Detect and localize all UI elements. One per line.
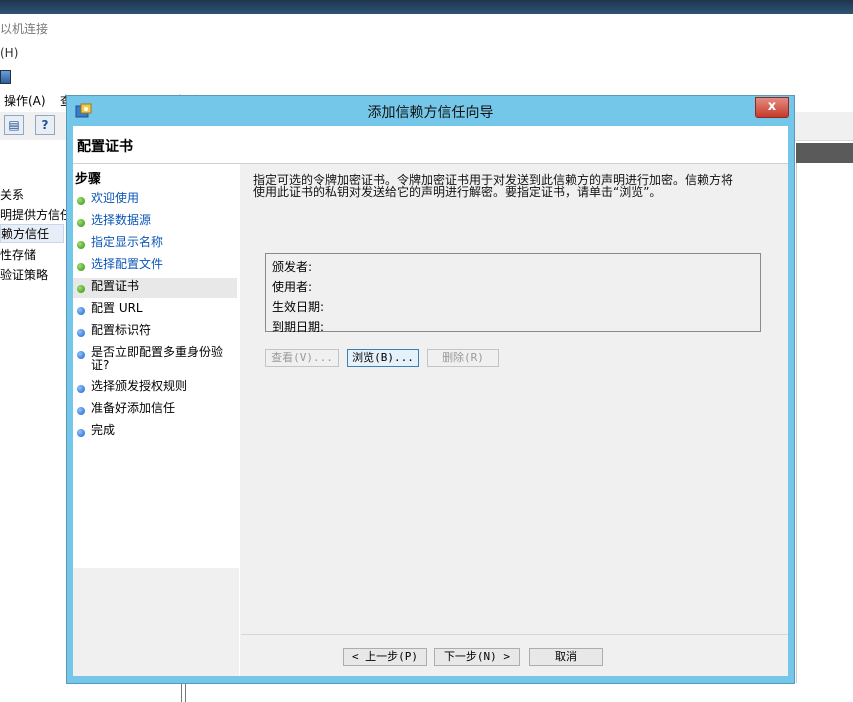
tree-item[interactable]: 关系 (0, 186, 24, 203)
step-label: 选择颁发授权规则 (91, 379, 188, 393)
step-label: 配置标识符 (91, 323, 152, 337)
step-label: 准备好添加信任 (91, 401, 176, 415)
pane-splitter[interactable] (181, 684, 186, 702)
close-button[interactable]: x (755, 97, 789, 118)
tree-item[interactable]: 性存储 (0, 246, 36, 263)
step-configure-certificate: 配置证书 (73, 278, 237, 298)
expiration-date-label: 到期日期: (272, 320, 325, 334)
step-label: 是否立即配置多重身份验证? (91, 345, 224, 372)
desktop-top-strip (0, 0, 853, 14)
cancel-button[interactable]: 取消 (529, 648, 603, 666)
tree-item[interactable]: 验证策略 (0, 266, 48, 283)
step-specify-display-name[interactable]: 指定显示名称 (73, 234, 237, 254)
step-label: 欢迎使用 (91, 191, 140, 205)
tree-item[interactable]: 明提供方信任 (0, 206, 72, 223)
step-pending-icon (77, 385, 85, 393)
actions-pane (796, 163, 853, 683)
background-menu-fragment: (H) (0, 46, 19, 60)
menu-action[interactable]: 操作(A) (4, 92, 46, 109)
step-configure-url: 配置 URL (73, 300, 237, 320)
dialog-title: 添加信赖方信任向导 (367, 105, 494, 121)
step-select-data-source[interactable]: 选择数据源 (73, 212, 237, 232)
help-icon[interactable]: ? (35, 115, 55, 135)
description: 指定可选的令牌加密证书。令牌加密证书用于对发送到此信赖方的声明进行加密。信赖方将… (253, 174, 773, 198)
subject-label: 使用者: (272, 280, 313, 294)
dialog-body: 步骤 欢迎使用 选择数据源 指定显示名称 选择配置文件 配置证书 配置 URL … (73, 164, 788, 676)
previous-button[interactable]: < 上一步(P) (343, 648, 427, 666)
step-ready-to-add-trust: 准备好添加信任 (73, 400, 237, 420)
dialog-title-bar[interactable]: 添加信赖方信任向导 x (67, 96, 794, 126)
step-configure-identifiers: 配置标识符 (73, 322, 237, 342)
show-hide-console-tree-icon[interactable]: ▤ (4, 115, 24, 135)
actions-pane-header (796, 143, 853, 163)
step-issuance-authorization-rules: 选择颁发授权规则 (73, 378, 237, 398)
app-icon (0, 70, 11, 84)
step-complete-icon (77, 219, 85, 227)
delete-button[interactable]: 删除(R) (427, 349, 499, 367)
background-window-title: 以机连接 (0, 22, 49, 36)
step-label: 完成 (91, 423, 116, 437)
next-button[interactable]: 下一步(N) > (434, 648, 520, 666)
steps-heading: 步骤 (75, 172, 102, 187)
page-title: 配置证书 (77, 139, 133, 155)
step-label: 配置证书 (91, 279, 140, 293)
step-pending-icon (77, 307, 85, 315)
certificate-details-box: 颁发者: 使用者: 生效日期: 到期日期: (265, 253, 761, 334)
description-line: 使用此证书的私钥对发送给它的声明进行解密。要指定证书，请单击“浏览”。 (253, 185, 662, 199)
step-choose-profile[interactable]: 选择配置文件 (73, 256, 237, 276)
console-tree: 关系 明提供方信任 赖方信任 性存储 验证策略 (0, 140, 72, 702)
browse-button[interactable]: 浏览(B)... (347, 349, 419, 367)
step-complete-icon (77, 197, 85, 205)
step-welcome[interactable]: 欢迎使用 (73, 190, 237, 210)
step-label: 配置 URL (91, 301, 143, 315)
step-current-icon (77, 285, 85, 293)
step-pending-icon (77, 407, 85, 415)
content-panel: 指定可选的令牌加密证书。令牌加密证书用于对发送到此信赖方的声明进行加密。信赖方将… (241, 164, 788, 634)
step-pending-icon (77, 329, 85, 337)
step-configure-mfa: 是否立即配置多重身份验证? (73, 344, 237, 376)
dialog-header: 配置证书 (73, 126, 788, 164)
tree-item-selected[interactable]: 赖方信任 (0, 224, 64, 243)
steps-panel: 步骤 欢迎使用 选择数据源 指定显示名称 选择配置文件 配置证书 配置 URL … (73, 164, 240, 676)
step-pending-icon (77, 351, 85, 359)
step-complete-icon (77, 263, 85, 271)
step-label: 选择配置文件 (91, 257, 164, 271)
step-label: 选择数据源 (91, 213, 152, 227)
issuer-label: 颁发者: (272, 260, 313, 274)
step-pending-icon (77, 429, 85, 437)
effective-date-label: 生效日期: (272, 300, 325, 314)
add-relying-party-trust-wizard: 添加信赖方信任向导 x 配置证书 步骤 欢迎使用 选择数据源 指定显示名称 选择… (66, 95, 795, 684)
view-button[interactable]: 查看(V)... (265, 349, 339, 367)
step-finish: 完成 (73, 422, 237, 442)
step-complete-icon (77, 241, 85, 249)
step-label: 指定显示名称 (91, 235, 164, 249)
dialog-footer: < 上一步(P) 下一步(N) > 取消 (241, 635, 788, 676)
